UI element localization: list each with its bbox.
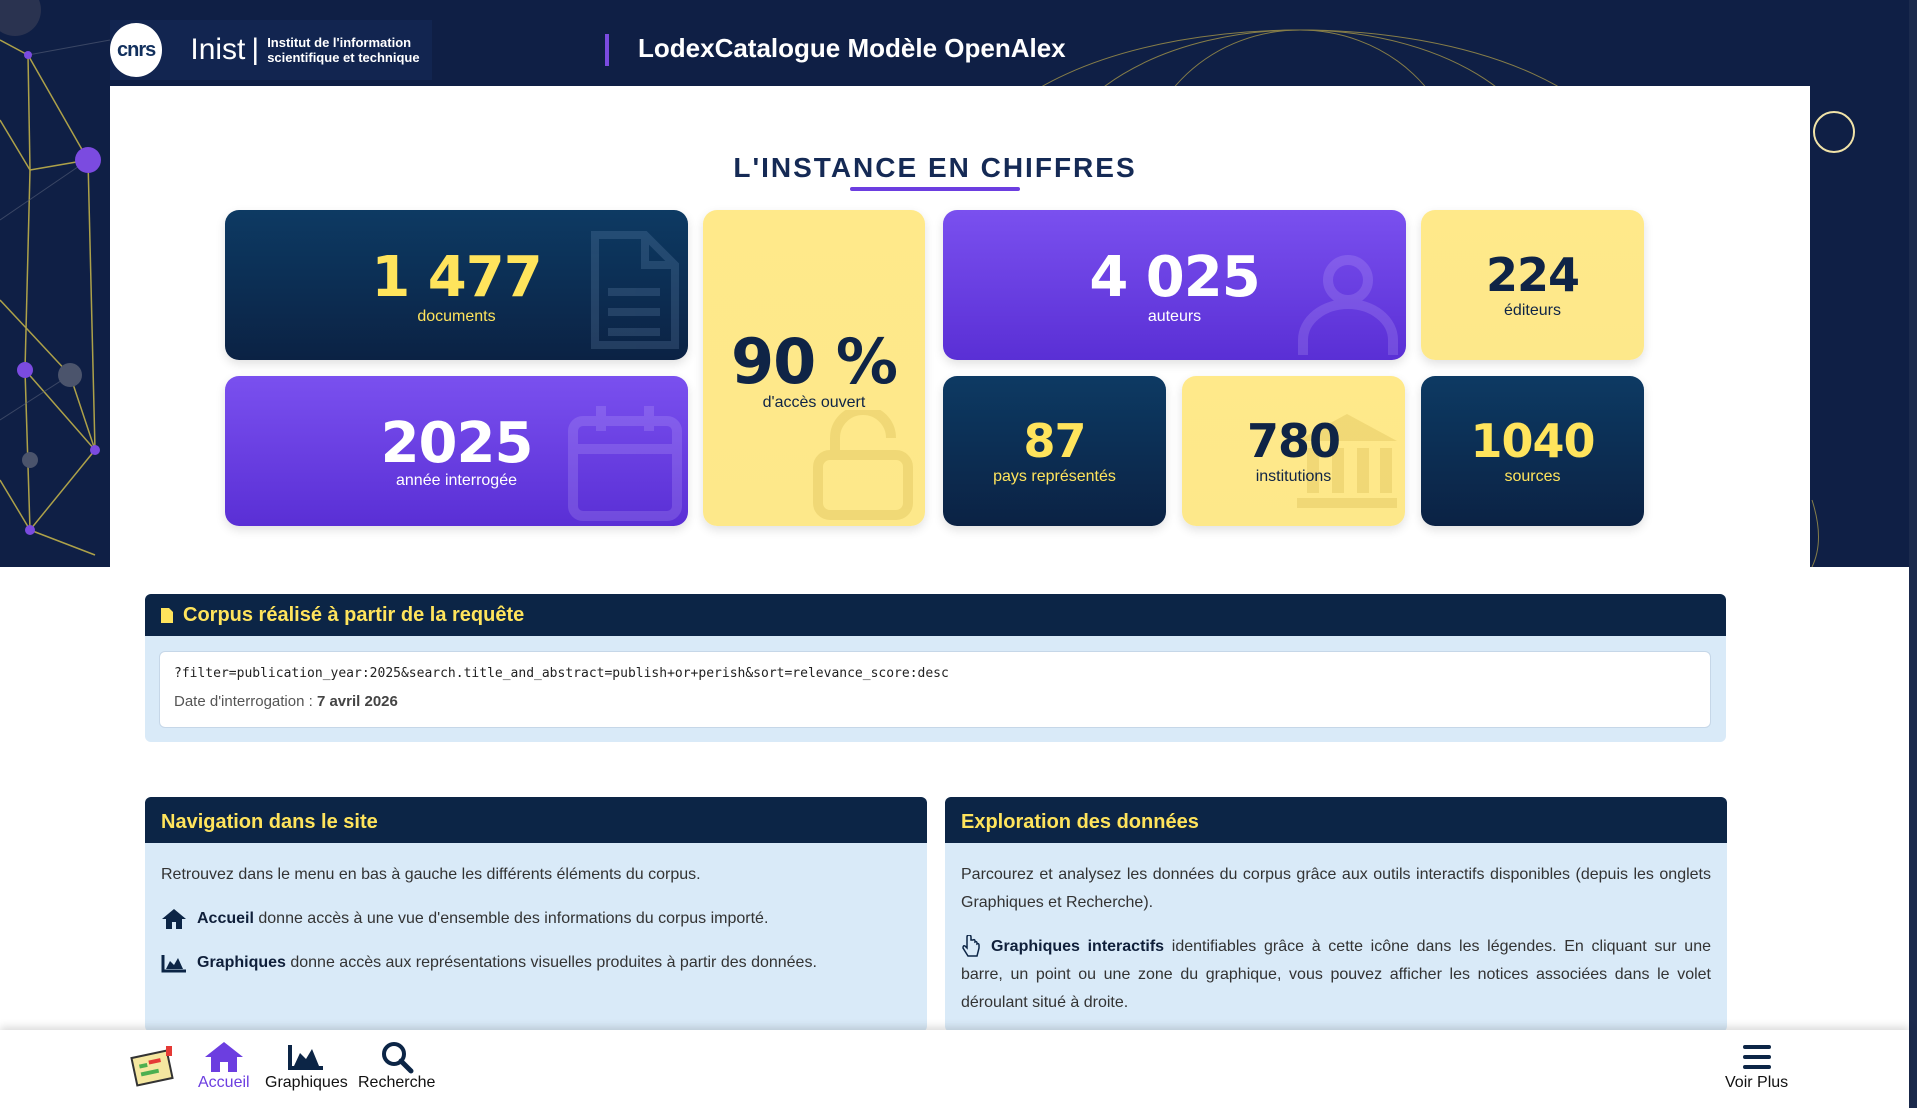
title-accent-bar: [605, 34, 609, 66]
navigation-info-box: Navigation dans le site Retrouvez dans l…: [145, 797, 927, 1032]
stat-label: d'accès ouvert: [762, 394, 866, 411]
graphiques-description: Graphiques donne accès aux représentatio…: [161, 949, 911, 977]
stat-label: éditeurs: [1504, 302, 1561, 319]
stat-card-open-access: 90 % d'accès ouvert: [703, 210, 925, 526]
stat-card-year: 2025 année interrogée: [225, 376, 688, 526]
home-icon: [204, 1042, 243, 1072]
stats-title: L'INSTANCE EN CHIFFRES: [733, 152, 1137, 183]
stat-value: 90 %: [731, 325, 898, 398]
corpus-content: ?filter=publication_year:2025&search.tit…: [159, 651, 1711, 728]
date-value: 7 avril 2026: [316, 693, 398, 710]
date-label: Date d'interrogation :: [174, 693, 317, 710]
bottom-navigation: Accueil Graphiques Recherche Voir Plus: [0, 1030, 1909, 1108]
top-header: cnrs Inist | Institut de l'information s…: [0, 0, 1917, 86]
stat-label: auteurs: [1147, 308, 1202, 325]
corpus-header: Corpus réalisé à partir de la requête: [145, 594, 1726, 636]
exploration-info-box: Exploration des données Parcourez et ana…: [945, 797, 1727, 1032]
exploration-box-title: Exploration des données: [945, 797, 1727, 843]
stat-card-publishers: 224 éditeurs: [1421, 210, 1644, 360]
nav-recherche-label: Recherche: [358, 1074, 436, 1091]
file-icon: [161, 607, 173, 623]
navigation-box-body: Retrouvez dans le menu en bas à gauche l…: [145, 843, 927, 1011]
interactive-description: Graphiques interactifs identifiables grâ…: [961, 933, 1711, 1017]
home-icon: [162, 908, 186, 929]
stat-value: 2025: [380, 411, 534, 476]
stat-card-documents: 1 477 documents: [225, 210, 688, 360]
stat-card-countries: 87 pays représentés: [943, 376, 1166, 526]
stat-card-authors: 4 025 auteurs: [943, 210, 1406, 360]
menu-icon: [1742, 1045, 1771, 1069]
scrollbar-track[interactable]: [1909, 0, 1917, 1108]
stat-value: 4 025: [1089, 245, 1260, 310]
nav-graphiques[interactable]: Graphiques: [265, 1040, 348, 1092]
nav-accueil-label: Accueil: [198, 1074, 250, 1091]
stat-value: 224: [1485, 248, 1580, 302]
exploration-box-body: Parcourez et analysez les données du cor…: [945, 843, 1727, 1032]
nav-graphiques-label: Graphiques: [265, 1074, 348, 1091]
search-icon: [381, 1042, 414, 1074]
stat-value: 1040: [1470, 414, 1595, 468]
accueil-description: Accueil donne accès à une vue d'ensemble…: [161, 905, 911, 933]
nav-voir-plus-label: Voir Plus: [1725, 1074, 1789, 1091]
graphiques-bold: Graphiques: [197, 954, 286, 971]
stat-label: pays représentés: [993, 468, 1116, 485]
pointer-hand-icon: [962, 934, 980, 957]
nav-accueil[interactable]: Accueil: [198, 1040, 250, 1092]
interactive-bold: Graphiques interactifs: [991, 938, 1165, 955]
chart-area-icon: [161, 954, 186, 973]
inist-subtitle: Institut de l'information scientifique e…: [267, 35, 420, 65]
corpus-title: Corpus réalisé à partir de la requête: [183, 603, 525, 626]
stat-value: 87: [1023, 414, 1086, 468]
navigation-intro: Retrouvez dans le menu en bas à gauche l…: [161, 866, 701, 883]
corpus-query-box: Corpus réalisé à partir de la requête ?f…: [145, 594, 1726, 742]
lodex-logo-icon: [130, 1046, 174, 1087]
cnrs-logo: cnrs: [110, 23, 163, 77]
accueil-bold: Accueil: [197, 910, 254, 927]
chart-area-icon: [288, 1045, 324, 1070]
stat-label: institutions: [1255, 468, 1332, 485]
graphiques-text: donne accès aux représentations visuelle…: [285, 954, 817, 971]
stat-card-institutions: 780 institutions: [1182, 376, 1405, 526]
unlock-icon: [813, 410, 913, 520]
stats-title-underline: [850, 187, 1020, 191]
accueil-text: donne accès à une vue d'ensemble des inf…: [253, 910, 769, 927]
stat-value: 1 477: [371, 245, 542, 310]
inist-logo-text: Inist: [190, 33, 246, 66]
site-title: LodexCatalogue Modèle OpenAlex: [638, 33, 1066, 63]
stat-card-sources: 1040 sources: [1421, 376, 1644, 526]
stat-label: documents: [417, 308, 496, 325]
logo-separator: |: [251, 33, 260, 66]
stat-value: 780: [1246, 414, 1341, 468]
stat-label: année interrogée: [396, 472, 517, 489]
nav-recherche[interactable]: Recherche: [358, 1040, 435, 1092]
navigation-box-title: Navigation dans le site: [145, 797, 927, 843]
nav-voir-plus[interactable]: Voir Plus: [1725, 1040, 1788, 1092]
query-string: ?filter=publication_year:2025&search.tit…: [174, 666, 949, 681]
stat-label: sources: [1504, 468, 1561, 485]
exploration-intro: Parcourez et analysez les données du cor…: [961, 866, 1711, 911]
query-date: Date d'interrogation : 7 avril 2026: [174, 693, 1696, 710]
logo-block[interactable]: cnrs Inist | Institut de l'information s…: [110, 20, 432, 80]
decorative-ring: [1813, 111, 1855, 153]
app-logo-button[interactable]: [130, 1044, 178, 1095]
